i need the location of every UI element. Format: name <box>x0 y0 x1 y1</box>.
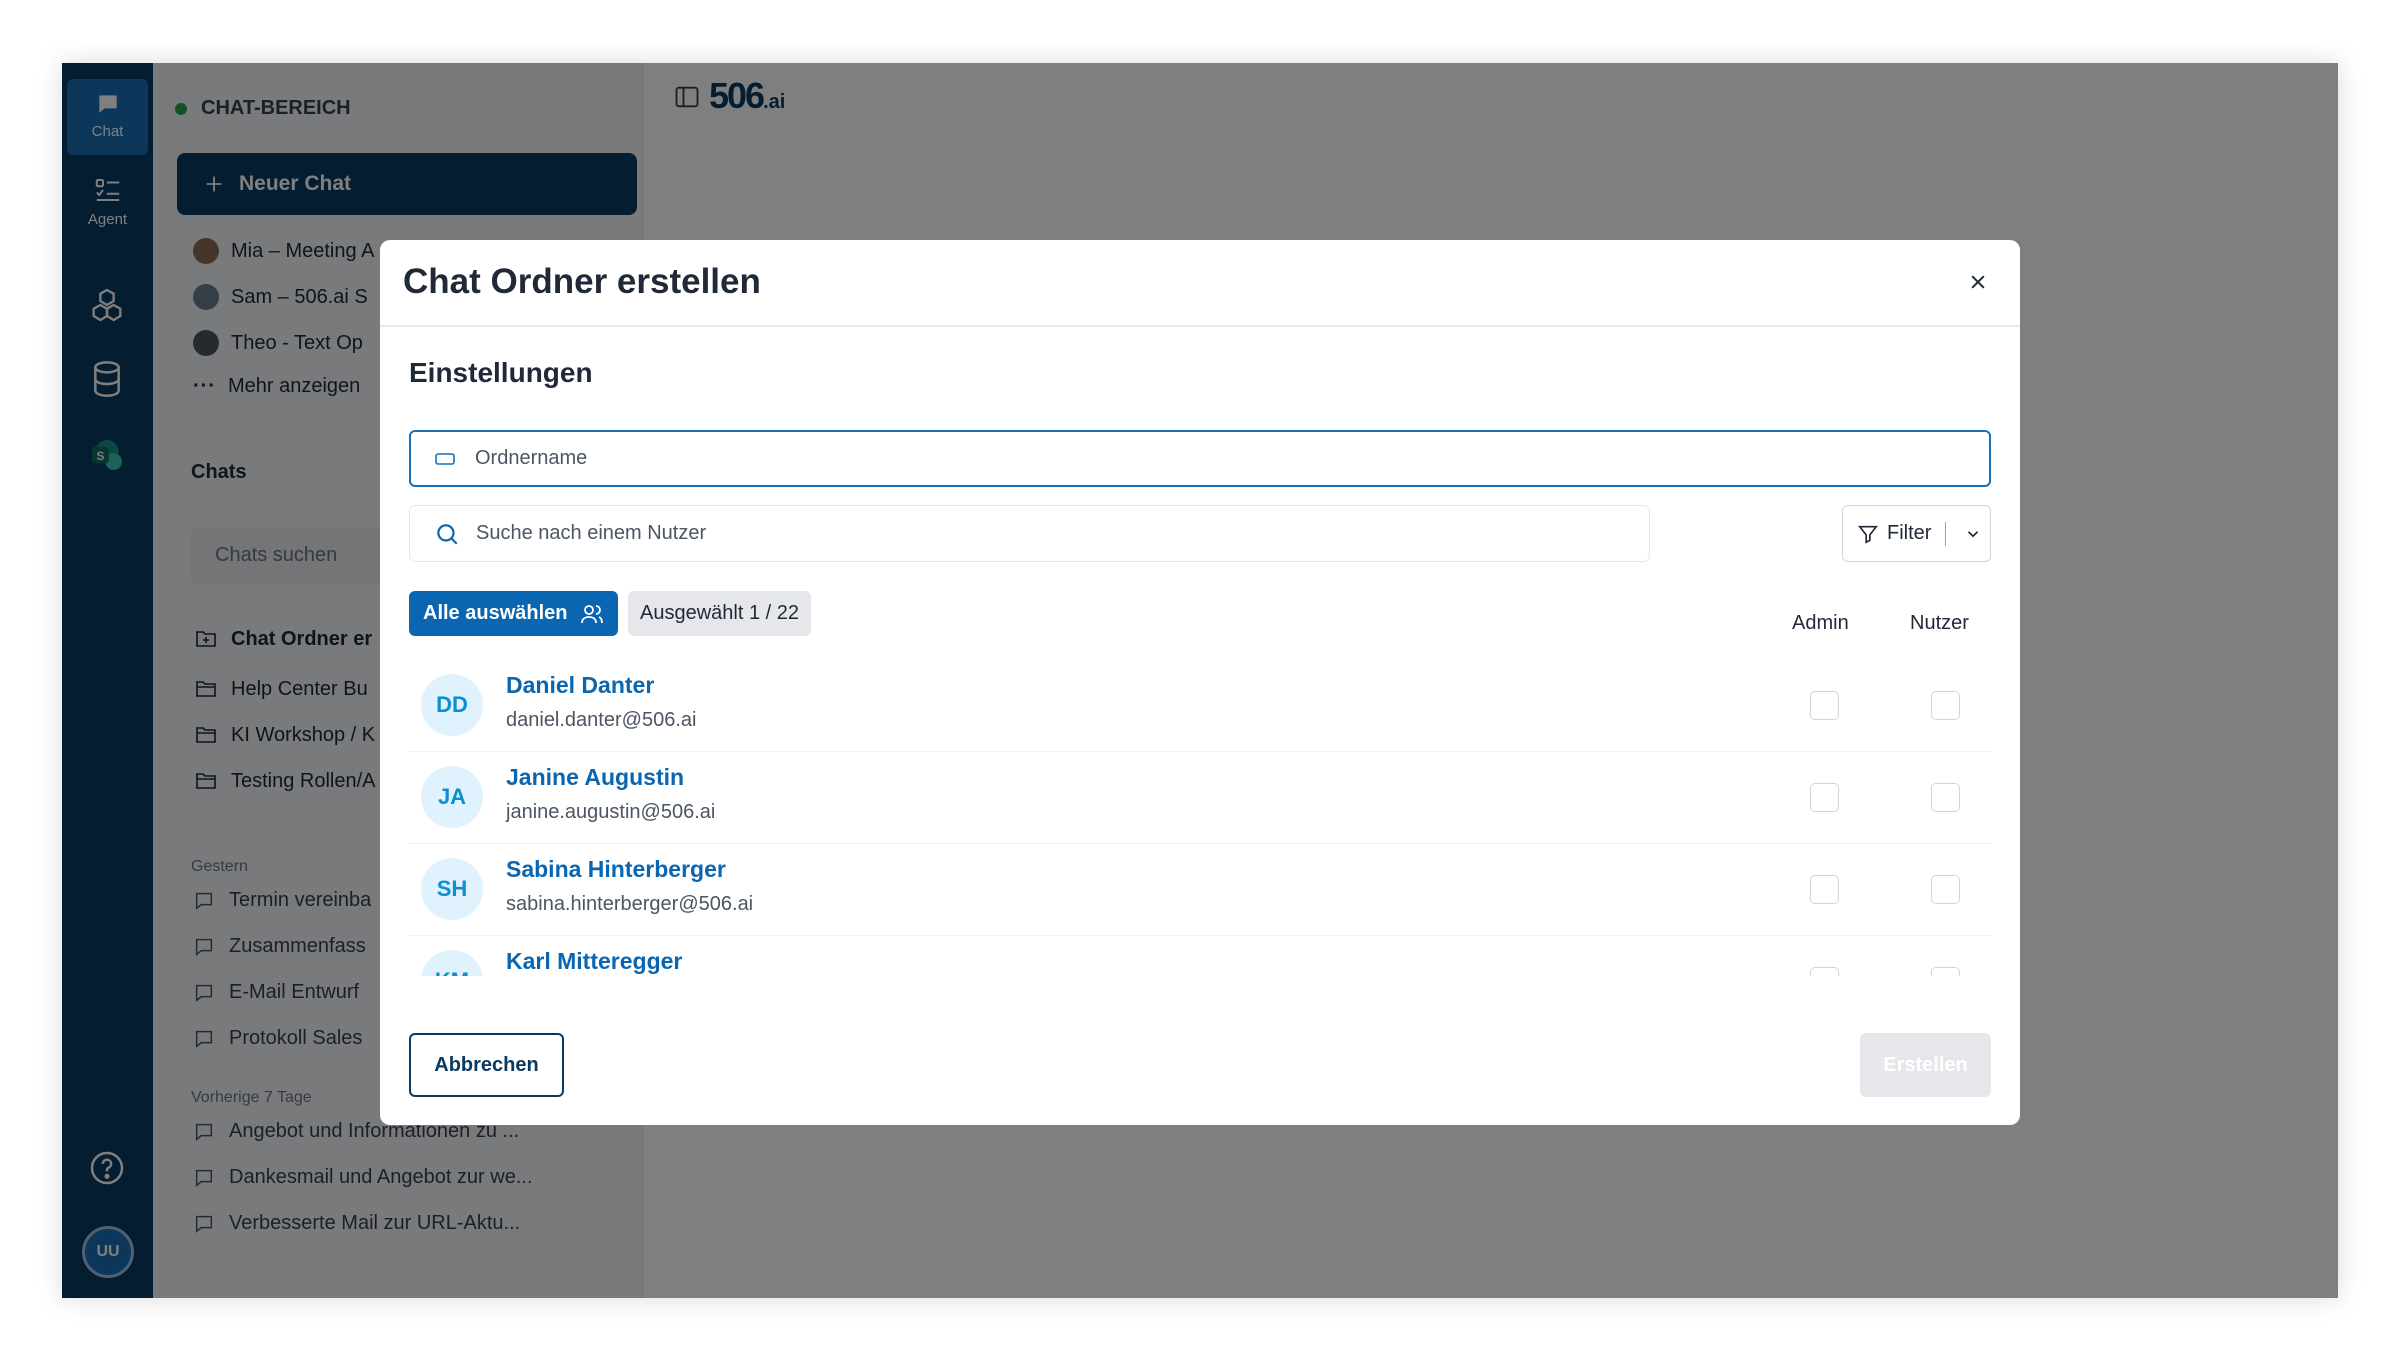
user-name: Daniel Danter <box>506 672 655 698</box>
user-list[interactable]: DD Daniel Danter daniel.danter@506.ai JA… <box>409 660 1991 976</box>
filter-label: Filter <box>1887 522 1932 544</box>
close-icon <box>1971 275 1985 289</box>
create-button[interactable]: Erstellen <box>1860 1033 1991 1097</box>
user-email: daniel.danter@506.ai <box>506 709 697 731</box>
user-row: JA Janine Augustin janine.augustin@506.a… <box>409 752 1991 844</box>
input-text-icon <box>435 452 455 465</box>
admin-checkbox[interactable] <box>1810 691 1839 720</box>
filter-separator <box>1945 521 1947 546</box>
user-checkbox[interactable] <box>1931 875 1960 904</box>
user-email: sabina.hinterberger@506.ai <box>506 893 754 915</box>
folder-name-placeholder: Ordnername <box>475 447 588 469</box>
app-window: Chat Agent S UU CHAT-BEREICH Neuer Chat <box>62 63 2338 1298</box>
admin-checkbox[interactable] <box>1810 875 1839 904</box>
close-button[interactable] <box>1960 264 1996 300</box>
admin-checkbox[interactable] <box>1810 967 1839 976</box>
column-header-user: Nutzer <box>1910 612 1969 634</box>
user-name: Janine Augustin <box>506 764 685 790</box>
settings-heading: Einstellungen <box>409 357 593 388</box>
select-all-button[interactable]: Alle auswählen <box>409 591 618 636</box>
user-initials-avatar: DD <box>421 674 483 736</box>
user-row: KM Karl Mitteregger <box>409 936 1991 976</box>
admin-checkbox[interactable] <box>1810 783 1839 812</box>
filter-icon <box>1858 525 1878 544</box>
user-checkbox[interactable] <box>1931 783 1960 812</box>
users-icon <box>580 604 603 623</box>
create-folder-dialog: Chat Ordner erstellen Einstellungen Ordn… <box>380 240 2020 1125</box>
user-row: DD Daniel Danter daniel.danter@506.ai <box>409 660 1991 752</box>
search-icon <box>437 523 458 545</box>
selected-count-badge: Ausgewählt 1 / 22 <box>628 591 811 636</box>
user-row: SH Sabina Hinterberger sabina.hinterberg… <box>409 844 1991 936</box>
user-name: Sabina Hinterberger <box>506 856 726 882</box>
user-initials-avatar: SH <box>421 858 483 920</box>
user-email: janine.augustin@506.ai <box>506 801 716 823</box>
user-name: Karl Mitteregger <box>506 948 683 974</box>
column-header-admin: Admin <box>1792 612 1849 634</box>
user-initials-avatar: KM <box>421 950 483 976</box>
user-search-placeholder: Suche nach einem Nutzer <box>476 522 707 544</box>
filter-dropdown[interactable]: Filter <box>1842 505 1991 562</box>
user-checkbox[interactable] <box>1931 967 1960 976</box>
cancel-button[interactable]: Abbrechen <box>409 1033 564 1097</box>
user-initials-avatar: JA <box>421 766 483 828</box>
dialog-title: Chat Ordner erstellen <box>403 262 761 301</box>
select-all-label: Alle auswählen <box>423 602 568 624</box>
dialog-header: Chat Ordner erstellen <box>380 240 2020 327</box>
folder-name-input[interactable]: Ordnername <box>409 430 1991 487</box>
chevron-down-icon <box>1968 530 1979 537</box>
user-search-input[interactable]: Suche nach einem Nutzer <box>409 505 1650 562</box>
user-checkbox[interactable] <box>1931 691 1960 720</box>
